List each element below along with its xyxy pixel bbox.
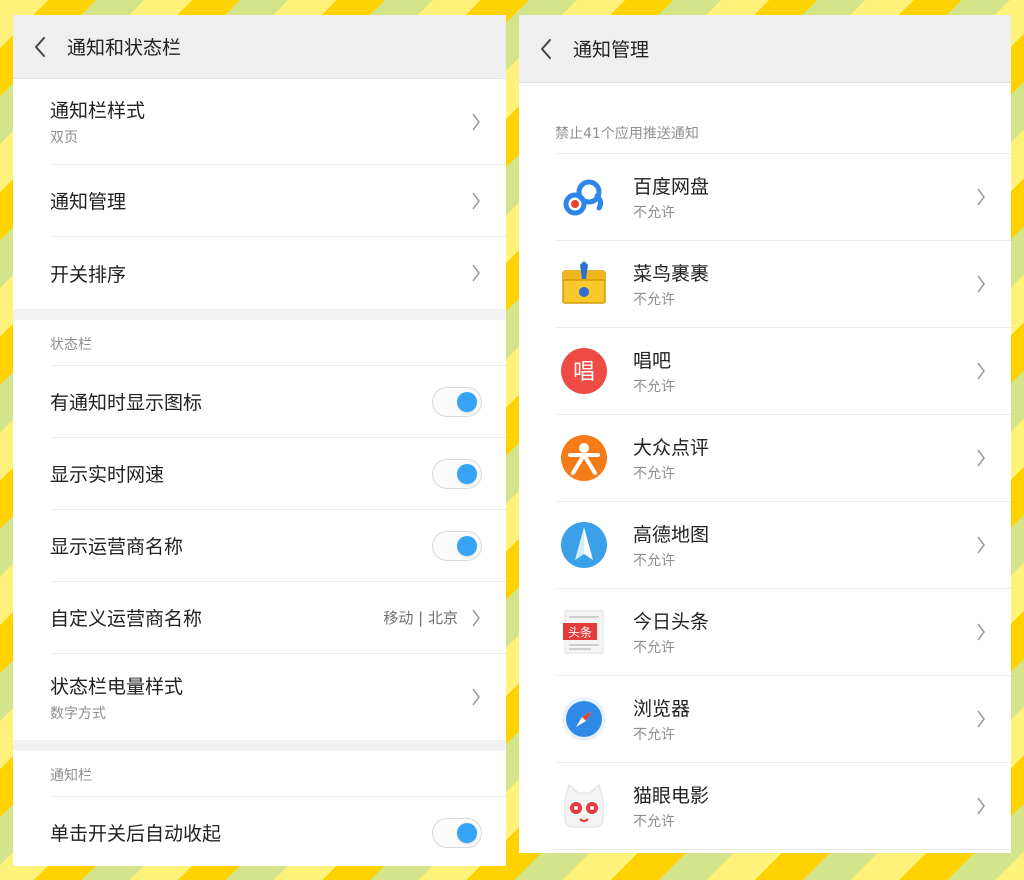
row-title: 单击开关后自动收起 (50, 823, 222, 845)
app-name: 唱吧 (633, 350, 672, 372)
app-status: 不允许 (633, 292, 675, 308)
amap-icon (559, 520, 609, 570)
row-title: 开关排序 (50, 263, 127, 286)
settings-row-notification-style[interactable]: 通知栏样式 双页 (50, 79, 506, 165)
cainiao-icon (559, 259, 609, 309)
app-row-browser[interactable]: 浏览器 不允许 (555, 676, 1011, 763)
settings-row-show-carrier-name[interactable]: 显示运营商名称 (50, 510, 506, 582)
chevron-right-icon (470, 686, 482, 708)
app-row-cainiao[interactable]: 菜鸟裹裹 不允许 (555, 241, 1011, 328)
app-status: 不允许 (633, 814, 675, 830)
back-arrow-icon (541, 38, 551, 59)
app-status: 不允许 (633, 379, 675, 395)
toutiao-icon: 头条 (559, 607, 609, 657)
row-title: 通知管理 (50, 191, 127, 213)
section-label-statusbar: 状态栏 (50, 320, 506, 366)
row-title: 自定义运营商名称 (50, 608, 203, 630)
baidu-netdisk-icon (559, 172, 609, 222)
toggle-knob (457, 391, 477, 412)
app-name: 浏览器 (633, 698, 691, 720)
app-row-maoyan[interactable]: 猫眼电影 不允许 (555, 763, 1011, 850)
toggle-knob (457, 822, 477, 843)
chevron-right-icon (975, 534, 987, 556)
settings-row-battery-style[interactable]: 状态栏电量样式 数字方式 (50, 654, 506, 740)
chevron-right-icon (975, 360, 987, 382)
toggle-knob (457, 463, 477, 484)
app-row-changba[interactable]: 唱 唱吧 不允许 (555, 328, 1011, 415)
dianping-icon (559, 433, 609, 483)
settings-row-auto-collapse[interactable]: 单击开关后自动收起 (50, 797, 506, 866)
toggle-knob (457, 535, 477, 556)
app-name: 大众点评 (633, 437, 710, 459)
row-title: 有通知时显示图标 (50, 392, 203, 414)
changba-icon-glyph: 唱 (573, 360, 595, 385)
chevron-right-icon (470, 111, 482, 133)
row-value: 移动 | 北京 (383, 609, 458, 627)
row-title: 显示实时网速 (50, 464, 165, 486)
row-subtitle: 双页 (50, 130, 78, 146)
toggle-switch[interactable] (432, 817, 482, 848)
app-name: 百度网盘 (633, 176, 710, 198)
settings-row-notification-management[interactable]: 通知管理 (50, 165, 506, 237)
chevron-right-icon (470, 607, 482, 629)
settings-row-show-network-speed[interactable]: 显示实时网速 (50, 438, 506, 510)
app-row-dianping[interactable]: 大众点评 不允许 (555, 415, 1011, 502)
app-name: 高德地图 (633, 524, 710, 546)
row-title: 状态栏电量样式 (50, 675, 184, 698)
toggle-switch[interactable] (432, 530, 482, 561)
right-header: 通知管理 (519, 15, 1011, 83)
app-status: 不允许 (633, 640, 675, 656)
left-header: 通知和状态栏 (13, 15, 506, 79)
chevron-right-icon (470, 262, 482, 284)
section-divider (13, 309, 506, 320)
back-button[interactable] (13, 15, 67, 79)
chevron-right-icon (470, 190, 482, 212)
back-button[interactable] (519, 17, 573, 81)
chevron-right-icon (975, 447, 987, 469)
toggle-switch[interactable] (432, 386, 482, 417)
app-status: 不允许 (633, 205, 675, 221)
app-status: 不允许 (633, 466, 675, 482)
app-name: 猫眼电影 (633, 785, 710, 807)
chevron-right-icon (975, 186, 987, 208)
settings-row-custom-carrier-name[interactable]: 自定义运营商名称 移动 | 北京 (50, 582, 506, 654)
maoyan-icon (559, 781, 609, 831)
browser-icon (559, 694, 609, 744)
row-title: 显示运营商名称 (50, 536, 184, 558)
settings-row-switch-order[interactable]: 开关排序 (50, 237, 506, 309)
app-status: 不允许 (633, 727, 675, 743)
page-title: 通知管理 (573, 39, 650, 61)
app-name: 菜鸟裹裹 (633, 263, 710, 285)
settings-row-show-notification-icons[interactable]: 有通知时显示图标 (50, 366, 506, 438)
back-arrow-icon (35, 36, 45, 57)
blocked-apps-count-label: 禁止41个应用推送通知 (555, 83, 1011, 154)
toggle-switch[interactable] (432, 458, 482, 489)
app-row-toutiao[interactable]: 头条 今日头条 不允许 (555, 589, 1011, 676)
section-divider (13, 740, 506, 751)
row-subtitle: 数字方式 (50, 705, 106, 722)
chevron-right-icon (975, 273, 987, 295)
notification-management-panel: 通知管理 禁止41个应用推送通知 百度网盘 不允许 菜鸟裹裹 不允许 唱 唱吧 … (519, 15, 1011, 853)
chevron-right-icon (975, 795, 987, 817)
app-row-amap[interactable]: 高德地图 不允许 (555, 502, 1011, 589)
row-title: 通知栏样式 (50, 100, 146, 122)
app-status: 不允许 (633, 553, 675, 569)
app-row-baidu-netdisk[interactable]: 百度网盘 不允许 (555, 154, 1011, 241)
chevron-right-icon (975, 708, 987, 730)
page-title: 通知和状态栏 (67, 37, 182, 59)
changba-icon: 唱 (559, 346, 609, 396)
app-name: 今日头条 (633, 611, 710, 633)
section-label-notificationbar: 通知栏 (50, 751, 506, 797)
toutiao-icon-glyph: 头条 (568, 626, 592, 640)
notification-statusbar-panel: 通知和状态栏 通知栏样式 双页 通知管理 开关排序 状态栏 有通知时显示图标 显… (13, 15, 506, 866)
chevron-right-icon (975, 621, 987, 643)
